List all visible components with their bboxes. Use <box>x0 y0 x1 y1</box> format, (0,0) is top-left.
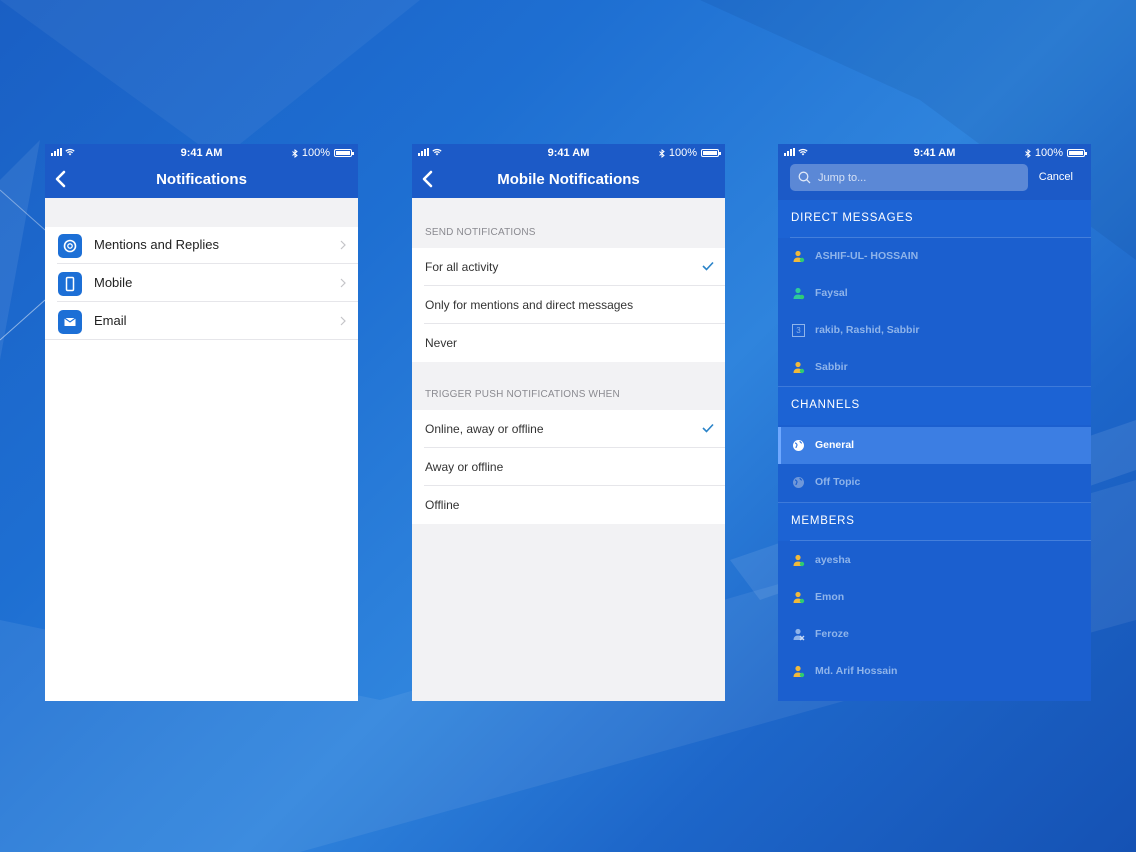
option-never[interactable]: Never <box>412 324 725 362</box>
user-offline-icon <box>793 628 805 641</box>
battery-icon <box>701 149 721 157</box>
search-placeholder: Jump to... <box>818 172 867 184</box>
chevron-right-icon <box>340 240 346 250</box>
notifications-screen: 9:41 AM 100% Notifications Mentions and … <box>45 144 358 701</box>
menu-item-label: Mobile <box>94 275 133 290</box>
cancel-button[interactable]: Cancel <box>1039 171 1073 183</box>
checkmark-icon <box>702 261 714 271</box>
member-name: Emon <box>815 591 845 603</box>
user-online-icon <box>793 591 805 604</box>
bluetooth-icon <box>1025 148 1031 158</box>
at-sign-icon <box>58 234 82 258</box>
channel-item-off-topic[interactable]: Off Topic <box>778 464 1091 501</box>
section-title: MEMBERS <box>791 515 855 527</box>
globe-icon <box>793 477 804 488</box>
option-for-all-activity[interactable]: For all activity <box>412 248 725 286</box>
user-online-icon <box>793 665 805 678</box>
user-online-icon <box>793 554 805 567</box>
search-icon <box>798 171 811 184</box>
option-label: Never <box>425 336 458 350</box>
jump-to-screen: 9:41 AM 100% Jump to... Cancel DIRECT ME… <box>778 144 1091 701</box>
menu-item-label: Mentions and Replies <box>94 237 220 252</box>
bluetooth-icon <box>292 148 298 158</box>
nav-bar: 9:41 AM 100% Mobile Notifications <box>412 144 725 198</box>
bluetooth-icon <box>659 148 665 158</box>
divider <box>45 339 358 340</box>
user-active-icon <box>793 287 805 300</box>
search-input[interactable]: Jump to... <box>790 164 1028 191</box>
battery-icon <box>334 149 354 157</box>
dm-name: Faysal <box>815 287 848 299</box>
member-name: Feroze <box>815 628 849 640</box>
member-name: Md. Arif Hossain <box>815 665 898 677</box>
menu-item-mentions[interactable]: Mentions and Replies <box>45 227 358 264</box>
page-title: Mobile Notifications <box>497 171 640 188</box>
member-item[interactable]: Feroze <box>778 616 1091 653</box>
divider <box>57 263 358 264</box>
option-mentions-direct[interactable]: Only for mentions and direct messages <box>412 286 725 324</box>
battery-percent: 100% <box>301 147 330 159</box>
option-label: Online, away or offline <box>425 422 544 436</box>
divider <box>57 301 358 302</box>
option-offline[interactable]: Offline <box>412 486 725 524</box>
option-label: For all activity <box>425 260 499 274</box>
status-bar: 9:41 AM 100% <box>412 144 725 162</box>
mobile-phone-icon <box>58 272 82 296</box>
status-bar: 9:41 AM 100% <box>778 144 1091 162</box>
search-header: 9:41 AM 100% Jump to... Cancel <box>778 144 1091 200</box>
member-name: ayesha <box>815 554 851 566</box>
divider <box>790 540 1091 541</box>
section-title: CHANNELS <box>791 399 861 411</box>
section-header-channels: CHANNELS <box>778 386 1091 425</box>
battery-percent: 100% <box>1034 147 1063 159</box>
battery-indicator: 100% <box>292 147 354 159</box>
dm-name: Sabbir <box>815 361 848 373</box>
option-label: Only for mentions and direct messages <box>425 298 634 312</box>
section-header-send: SEND NOTIFICATIONS <box>425 227 536 238</box>
menu-item-label: Email <box>94 313 127 328</box>
section-header-members: MEMBERS <box>778 502 1091 541</box>
section-title: DIRECT MESSAGES <box>791 212 914 224</box>
dm-item[interactable]: ASHIF-UL- HOSSAIN <box>778 238 1091 275</box>
group-count-icon: 3 <box>792 324 805 337</box>
section-header-direct-messages: DIRECT MESSAGES <box>778 200 1091 238</box>
dm-item[interactable]: Faysal <box>778 275 1091 312</box>
top-spacer <box>45 198 358 227</box>
chevron-right-icon <box>340 316 346 326</box>
page-title: Notifications <box>156 171 247 188</box>
member-item[interactable]: Md. Arif Hossain <box>778 653 1091 690</box>
battery-indicator: 100% <box>1025 147 1087 159</box>
dm-name: ASHIF-UL- HOSSAIN <box>815 250 919 262</box>
battery-indicator: 100% <box>659 147 721 159</box>
channel-name: General <box>815 439 855 451</box>
chevron-right-icon <box>340 278 346 288</box>
member-item[interactable]: ayesha <box>778 542 1091 579</box>
status-bar: 9:41 AM 100% <box>45 144 358 162</box>
dm-name: rakib, Rashid, Sabbir <box>815 324 920 336</box>
user-online-icon <box>793 361 805 374</box>
member-item[interactable]: Emon <box>778 579 1091 616</box>
globe-icon <box>793 440 804 451</box>
option-label: Offline <box>425 498 460 512</box>
mobile-notifications-screen: 9:41 AM 100% Mobile Notifications SEND N… <box>412 144 725 701</box>
option-away-offline[interactable]: Away or offline <box>412 448 725 486</box>
battery-percent: 100% <box>668 147 697 159</box>
dm-item[interactable]: Sabbir <box>778 349 1091 386</box>
user-online-icon <box>793 250 805 263</box>
channel-item-general[interactable]: General <box>778 427 1091 464</box>
nav-bar: 9:41 AM 100% Notifications <box>45 144 358 198</box>
menu-item-email[interactable]: Email <box>45 303 358 340</box>
channel-name: Off Topic <box>815 476 861 488</box>
battery-icon <box>1067 149 1087 157</box>
checkmark-icon <box>702 423 714 433</box>
dm-item[interactable]: 3 rakib, Rashid, Sabbir <box>778 312 1091 349</box>
envelope-icon <box>58 310 82 334</box>
menu-item-mobile[interactable]: Mobile <box>45 265 358 302</box>
option-online-away-offline[interactable]: Online, away or offline <box>412 410 725 448</box>
option-label: Away or offline <box>425 460 504 474</box>
section-header-trigger: TRIGGER PUSH NOTIFICATIONS WHEN <box>425 389 620 400</box>
